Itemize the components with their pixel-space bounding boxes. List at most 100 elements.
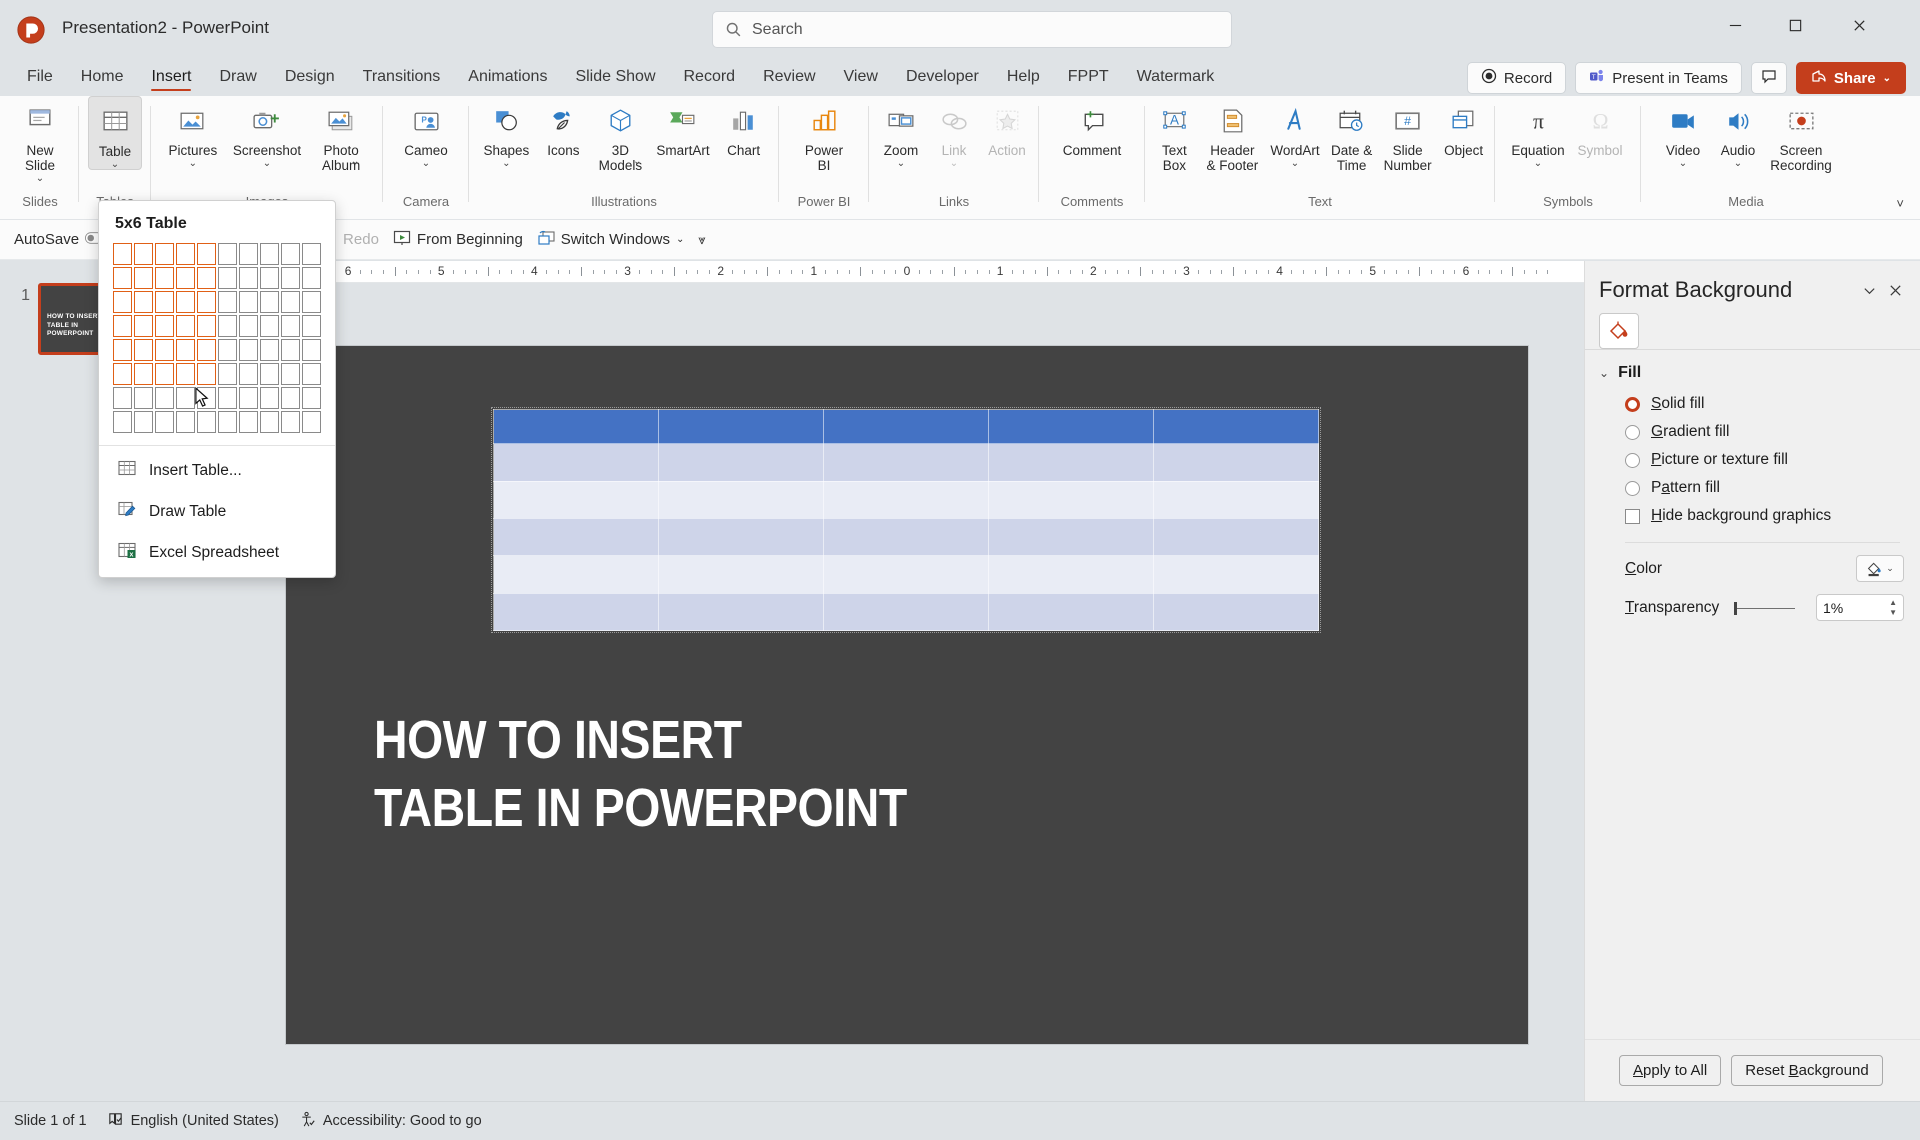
- table-grid-cell[interactable]: [239, 291, 258, 313]
- tab-help[interactable]: Help: [994, 64, 1053, 92]
- excel-spreadsheet-menu-item[interactable]: x Excel Spreadsheet: [99, 532, 335, 577]
- maximize-button[interactable]: [1768, 4, 1822, 46]
- text-box-button[interactable]: A Text Box: [1149, 96, 1199, 173]
- table-grid-cell[interactable]: [239, 243, 258, 265]
- slide-count-status[interactable]: Slide 1 of 1: [14, 1113, 87, 1129]
- zoom-button[interactable]: Zoom ⌄: [873, 96, 929, 168]
- table-grid-cell[interactable]: [155, 291, 174, 313]
- spinner-arrows[interactable]: ▲ ▼: [1889, 599, 1897, 616]
- table-grid-cell[interactable]: [218, 363, 237, 385]
- object-button[interactable]: Object: [1437, 96, 1491, 158]
- table-grid-cell[interactable]: [302, 267, 321, 289]
- picture-texture-fill-option[interactable]: Picture or texture fill: [1585, 446, 1920, 474]
- pattern-fill-option[interactable]: Pattern fill: [1585, 474, 1920, 502]
- smartart-button[interactable]: SmartArt: [651, 96, 714, 158]
- record-button[interactable]: Record: [1467, 62, 1566, 94]
- transparency-spinner[interactable]: 1% ▲ ▼: [1816, 594, 1904, 621]
- slide-editing-surface[interactable]: HOW TO INSERT TABLE IN POWERPOINT: [286, 346, 1528, 1044]
- power-bi-button[interactable]: Power BI: [792, 96, 856, 173]
- table-grid-cell[interactable]: [197, 291, 216, 313]
- reset-background-button[interactable]: Reset Background: [1731, 1055, 1882, 1086]
- tab-watermark[interactable]: Watermark: [1124, 64, 1228, 92]
- table-grid-cell[interactable]: [134, 339, 153, 361]
- table-grid-cell[interactable]: [302, 243, 321, 265]
- table-grid-cell[interactable]: [197, 387, 216, 409]
- table-grid-cell[interactable]: [155, 411, 174, 433]
- table-grid-cell[interactable]: [113, 387, 132, 409]
- table-grid-cell[interactable]: [197, 411, 216, 433]
- solid-fill-radio[interactable]: [1625, 397, 1640, 412]
- table-grid-cell[interactable]: [281, 267, 300, 289]
- search-input[interactable]: Search: [712, 11, 1232, 48]
- table-grid-cell[interactable]: [134, 267, 153, 289]
- table-grid-cell[interactable]: [260, 339, 279, 361]
- table-grid-cell[interactable]: [260, 267, 279, 289]
- table-grid-cell[interactable]: [218, 291, 237, 313]
- header-footer-button[interactable]: Header & Footer: [1199, 96, 1265, 173]
- language-status[interactable]: English (United States): [107, 1111, 279, 1132]
- slide-title-text[interactable]: HOW TO INSERT TABLE IN POWERPOINT: [374, 706, 907, 842]
- tab-animations[interactable]: Animations: [455, 64, 560, 92]
- spinner-up-icon[interactable]: ▲: [1889, 599, 1897, 606]
- close-button[interactable]: [1832, 4, 1886, 46]
- table-grid-cell[interactable]: [239, 363, 258, 385]
- tab-insert[interactable]: Insert: [138, 64, 204, 92]
- horizontal-ruler[interactable]: 6543210123456: [236, 261, 1584, 283]
- video-button[interactable]: Video ⌄: [1655, 96, 1711, 168]
- table-grid-cell[interactable]: [155, 387, 174, 409]
- table-grid-cell[interactable]: [302, 363, 321, 385]
- table-grid-cell[interactable]: [281, 315, 300, 337]
- table-grid-cell[interactable]: [239, 267, 258, 289]
- audio-button[interactable]: Audio ⌄: [1711, 96, 1765, 168]
- fill-section-header[interactable]: ⌄ Fill: [1585, 350, 1920, 390]
- table-grid-cell[interactable]: [113, 267, 132, 289]
- pictures-button[interactable]: Pictures ⌄: [158, 96, 228, 168]
- table-grid-cell[interactable]: [134, 315, 153, 337]
- solid-fill-option[interactable]: Solid fill: [1585, 390, 1920, 418]
- table-grid-cell[interactable]: [176, 267, 195, 289]
- table-grid-cell[interactable]: [218, 339, 237, 361]
- table-grid-cell[interactable]: [302, 387, 321, 409]
- color-picker-button[interactable]: ⌄: [1856, 555, 1904, 582]
- photo-album-button[interactable]: Photo Album ⌄: [306, 96, 376, 166]
- date-time-button[interactable]: Date & Time: [1325, 96, 1379, 173]
- table-grid-cell[interactable]: [302, 315, 321, 337]
- table-grid-cell[interactable]: [281, 363, 300, 385]
- accessibility-status[interactable]: Accessibility: Good to go: [299, 1111, 482, 1132]
- table-grid-cell[interactable]: [113, 363, 132, 385]
- new-slide-button[interactable]: New Slide ⌄: [13, 96, 67, 183]
- table-grid-cell[interactable]: [260, 291, 279, 313]
- table-grid-cell[interactable]: [134, 387, 153, 409]
- table-grid-cell[interactable]: [218, 267, 237, 289]
- tab-slide-show[interactable]: Slide Show: [562, 64, 668, 92]
- table-grid-cell[interactable]: [239, 315, 258, 337]
- tab-record[interactable]: Record: [671, 64, 749, 92]
- pane-options-chevron-down-icon[interactable]: [1856, 277, 1882, 303]
- table-grid-cell[interactable]: [113, 339, 132, 361]
- table-size-grid[interactable]: [99, 243, 335, 445]
- table-grid-cell[interactable]: [197, 363, 216, 385]
- table-grid-cell[interactable]: [218, 411, 237, 433]
- table-grid-cell[interactable]: [155, 267, 174, 289]
- hide-background-graphics-option[interactable]: Hide background graphics: [1585, 502, 1920, 530]
- gradient-fill-radio[interactable]: [1625, 425, 1640, 440]
- qat-more-button[interactable]: ⩔: [698, 232, 705, 248]
- table-grid-cell[interactable]: [302, 411, 321, 433]
- table-grid-cell[interactable]: [176, 363, 195, 385]
- present-in-teams-button[interactable]: T Present in Teams: [1575, 62, 1742, 94]
- table-grid-cell[interactable]: [113, 291, 132, 313]
- transparency-slider[interactable]: [1733, 600, 1795, 616]
- 3d-models-button[interactable]: 3D Models ⌄: [589, 96, 651, 166]
- apply-to-all-button[interactable]: Apply to All: [1619, 1055, 1721, 1086]
- table-grid-cell[interactable]: [134, 411, 153, 433]
- table-grid-cell[interactable]: [281, 411, 300, 433]
- insert-table-menu-item[interactable]: Insert Table...: [99, 450, 335, 491]
- picture-texture-fill-radio[interactable]: [1625, 453, 1640, 468]
- table-grid-cell[interactable]: [239, 387, 258, 409]
- inserted-table-preview[interactable]: [493, 409, 1319, 631]
- tab-draw[interactable]: Draw: [206, 64, 269, 92]
- icons-button[interactable]: Icons: [537, 96, 589, 158]
- table-grid-cell[interactable]: [113, 411, 132, 433]
- gradient-fill-option[interactable]: Gradient fill: [1585, 418, 1920, 446]
- table-grid-cell[interactable]: [260, 387, 279, 409]
